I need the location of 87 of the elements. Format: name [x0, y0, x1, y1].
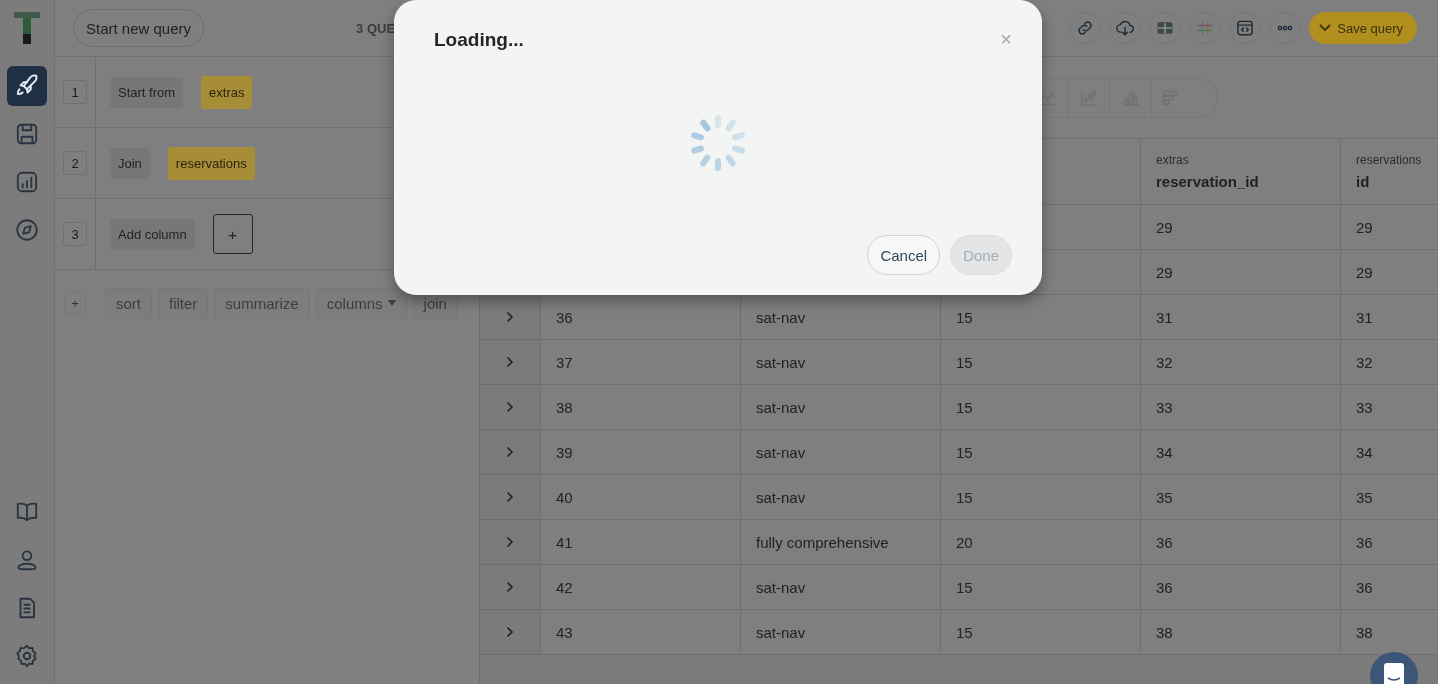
start-new-query-button[interactable]: Start new query — [73, 9, 205, 47]
table-cell: 15 — [956, 623, 973, 641]
step-label: Add column — [110, 218, 195, 250]
sidebar-item[interactable] — [7, 66, 47, 106]
table-cell: 29 — [1156, 263, 1173, 281]
column-header[interactable]: reservation_id — [1156, 173, 1340, 190]
table-cell: 29 — [1356, 218, 1373, 236]
table-cell: 33 — [1156, 398, 1173, 416]
column-header[interactable]: id — [1356, 173, 1438, 190]
table-cell: sat-nav — [756, 353, 806, 371]
gear-icon — [14, 643, 40, 669]
chevron-right-icon[interactable] — [506, 401, 514, 413]
cancel-button[interactable]: Cancel — [867, 235, 941, 275]
table-cell: 15 — [956, 443, 973, 461]
table-cell: 36 — [1356, 533, 1373, 551]
step-label: Join — [110, 147, 150, 179]
step-action-button[interactable]: filter — [158, 287, 209, 319]
chevron-right-icon[interactable] — [506, 446, 514, 458]
user-icon — [14, 547, 40, 573]
table-cell: 43 — [556, 623, 573, 641]
table-cell: 39 — [556, 443, 573, 461]
add-button[interactable]: + — [212, 214, 253, 254]
table-cell: 20 — [956, 533, 973, 551]
table-chip[interactable]: reservations — [167, 146, 255, 180]
table-cell: sat-nav — [756, 398, 806, 416]
code-window-icon — [1235, 18, 1256, 38]
table-cell: 15 — [956, 353, 973, 371]
table-cell: 29 — [1356, 263, 1373, 281]
table-cell: 15 — [956, 488, 973, 506]
save-query-button[interactable]: Save query — [1309, 12, 1417, 44]
table-cell: 34 — [1356, 443, 1373, 461]
caret-icon — [387, 300, 396, 306]
column-group: extras — [1156, 153, 1340, 167]
compass-icon — [14, 217, 40, 243]
table-cell: 35 — [1356, 488, 1373, 506]
column-group: reservations — [1356, 153, 1438, 167]
table-cell: 15 — [956, 308, 973, 326]
table-cell: 32 — [1156, 353, 1173, 371]
table-cell: sat-nav — [756, 308, 806, 326]
table-cell: 38 — [1356, 623, 1373, 641]
step-action-button[interactable]: summarize — [214, 287, 310, 319]
step-label: Start from — [110, 76, 184, 108]
table-cell: 36 — [1356, 578, 1373, 596]
table-cell: 36 — [1156, 533, 1173, 551]
table-cell: 41 — [556, 533, 573, 551]
logo-icon — [14, 12, 40, 44]
table-cell: 40 — [556, 488, 573, 506]
table-chip[interactable]: extras — [201, 75, 253, 109]
step-number: 1 — [63, 80, 87, 104]
cloud-download-icon — [1115, 18, 1136, 38]
table-cell: 38 — [556, 398, 573, 416]
table-cell: 38 — [1156, 623, 1173, 641]
close-button[interactable]: × — [1000, 28, 1012, 51]
add-step-button[interactable]: + — [64, 292, 86, 314]
table-cell: 29 — [1156, 218, 1173, 236]
table-cell: 37 — [556, 353, 573, 371]
chevron-right-icon[interactable] — [506, 491, 514, 503]
chevron-right-icon[interactable] — [506, 311, 514, 323]
table-cell: 35 — [1156, 488, 1173, 506]
chevron-down-icon — [1319, 24, 1332, 32]
table-cell: sat-nav — [756, 578, 806, 596]
dialog-title: Loading... — [434, 28, 524, 51]
table-cell: sat-nav — [756, 623, 806, 641]
table-cell: 15 — [956, 398, 973, 416]
step-number: 3 — [63, 222, 87, 246]
table-cell: sat-nav — [756, 443, 806, 461]
chevron-right-icon[interactable] — [506, 356, 514, 368]
table-cell: 31 — [1156, 308, 1173, 326]
chevron-right-icon[interactable] — [506, 581, 514, 593]
chevron-right-icon[interactable] — [506, 626, 514, 638]
table-cell: 42 — [556, 578, 573, 596]
table-cell: 36 — [556, 308, 573, 326]
table-cell: 32 — [1356, 353, 1373, 371]
table-cell: 34 — [1156, 443, 1173, 461]
table-cell: 31 — [1356, 308, 1373, 326]
table-cell: 33 — [1356, 398, 1373, 416]
step-number: 2 — [63, 151, 87, 175]
step-action-button[interactable]: columns — [315, 287, 407, 319]
chart-icon — [14, 169, 40, 195]
table-cell: 15 — [956, 578, 973, 596]
chevron-right-icon[interactable] — [506, 536, 514, 548]
table-cell: fully comprehensive — [756, 533, 889, 551]
step-action-button[interactable]: sort — [105, 287, 152, 319]
steps-count: 3 QUE — [356, 20, 396, 36]
chat-icon — [1383, 662, 1405, 684]
table-cell: sat-nav — [756, 488, 806, 506]
table-cell: 36 — [1156, 578, 1173, 596]
